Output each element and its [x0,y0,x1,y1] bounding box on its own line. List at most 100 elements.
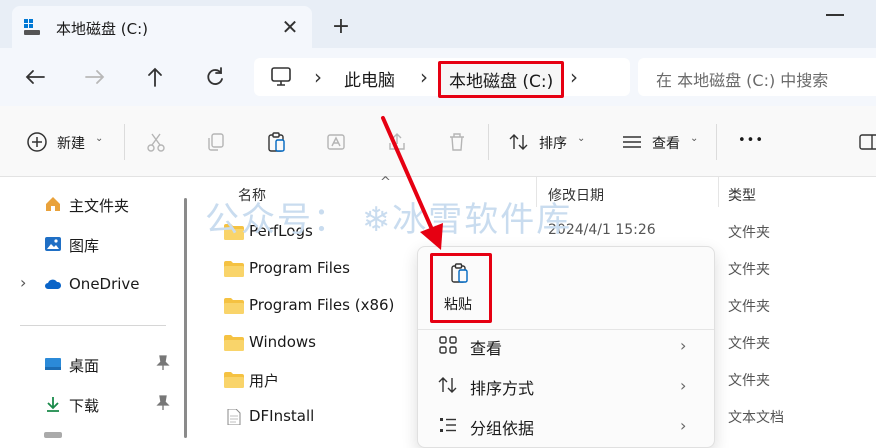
more-options-button[interactable]: ••• [738,133,764,148]
pin-icon[interactable] [156,395,170,411]
file-name: PerfLogs [249,222,313,240]
chevron-down-icon[interactable]: ⌄ [95,133,103,144]
context-menu-label: 查看 [470,339,503,358]
group-icon [440,418,456,432]
column-header-type[interactable]: 类型 [728,185,756,205]
sidebar-item-label: 图库 [69,237,100,255]
file-modified: 2024/4/1 15:26 [548,222,656,238]
file-name: Program Files (x86) [249,296,395,314]
tab-strip: 本地磁盘 (C:) ✕ + [0,0,876,48]
text-file-icon [227,409,241,425]
breadcrumb-chevron[interactable]: › [314,65,322,89]
new-plus-icon[interactable] [26,131,48,153]
sidebar-item-gallery[interactable]: 图库 [0,227,180,261]
rename-icon[interactable] [326,131,348,153]
sidebar-partial-icon [44,432,62,438]
refresh-icon[interactable] [200,62,230,92]
sort-button[interactable]: 排序 [539,133,567,153]
sidebar-scrollbar[interactable] [184,198,187,438]
cut-icon[interactable] [145,131,167,153]
back-arrow-icon[interactable] [20,62,50,92]
tab-title: 本地磁盘 (C:) [56,20,148,38]
toolbar-divider [716,124,717,160]
sidebar-item-label: 主文件夹 [69,197,130,215]
file-type: 文件夹 [728,373,770,389]
sort-ascending-icon[interactable]: ^ [380,175,391,190]
folder-icon [224,224,244,240]
navigation-pane: 主文件夹 图库 › OneDrive 桌面 下载 [0,177,196,438]
folder-icon [224,372,244,388]
column-divider[interactable] [718,177,719,207]
sidebar-item-label: 下载 [69,397,100,415]
drive-icon [24,19,40,35]
minimize-button[interactable] [826,14,844,16]
gallery-icon [45,237,61,251]
file-name: Windows [249,333,316,351]
forward-arrow-icon[interactable] [80,62,110,92]
file-type: 文件夹 [728,336,770,352]
home-icon [46,197,60,211]
tab-close-button[interactable]: ✕ [278,15,302,39]
share-icon[interactable] [386,131,408,153]
paste-menu-button[interactable]: 粘贴 [430,253,492,323]
context-menu: 粘贴 查看 › 排序方式 › 分组依据 › [417,246,715,448]
search-input[interactable]: 在 本地磁盘 (C:) 中搜索 [656,67,828,91]
new-button[interactable]: 新建 [57,133,85,153]
folder-icon [224,261,244,277]
delete-icon[interactable] [446,131,468,153]
new-tab-button[interactable]: + [330,16,352,38]
sidebar-item-desktop[interactable]: 桌面 [0,347,180,381]
sidebar-item-downloads[interactable]: 下载 [0,387,180,421]
breadcrumb[interactable]: › 此电脑 › 本地磁盘 (C:) › [254,58,630,98]
chevron-down-icon[interactable]: ⌄ [577,133,585,144]
column-header-modified[interactable]: 修改日期 [548,185,604,205]
column-header-name[interactable]: 名称 [238,185,266,205]
view-icon[interactable] [621,131,643,153]
chevron-down-icon[interactable]: ⌄ [690,133,698,144]
breadcrumb-chevron[interactable]: › [570,65,578,89]
up-arrow-icon[interactable] [140,62,170,92]
details-pane-icon[interactable] [858,131,876,153]
chevron-right-icon: › [680,336,687,355]
search-box[interactable]: 在 本地磁盘 (C:) 中搜索 [638,58,876,96]
sidebar-divider [20,325,166,326]
pin-icon[interactable] [156,355,170,371]
sidebar-item-label: OneDrive [69,275,140,293]
context-menu-label: 排序方式 [470,379,535,398]
expand-chevron-icon[interactable]: › [20,273,26,292]
file-type: 文件夹 [728,225,770,241]
computer-icon [271,67,291,86]
chevron-right-icon: › [680,416,687,435]
breadcrumb-local-disk-c[interactable]: 本地磁盘 (C:) [438,61,565,98]
context-menu-item-sort-by[interactable]: 排序方式 › [418,365,714,405]
sort-icon[interactable] [508,131,530,153]
tab-local-disk-c[interactable]: 本地磁盘 (C:) ✕ [12,6,312,48]
folder-icon [224,335,244,351]
toolbar-divider [124,124,125,160]
chevron-right-icon: › [680,376,687,395]
breadcrumb-this-pc[interactable]: 此电脑 [344,66,395,91]
grid-icon [439,336,457,354]
copy-icon[interactable] [205,131,227,153]
command-bar: 新建 ⌄ 排序 ⌄ 查看 ⌄ ••• [0,106,876,177]
context-menu-item-group-by[interactable]: 分组依据 › [418,405,714,445]
context-menu-item-view[interactable]: 查看 › [418,325,714,365]
sidebar-item-onedrive[interactable]: › OneDrive [0,267,180,301]
column-divider[interactable] [536,177,537,207]
file-type: 文件夹 [728,299,770,315]
context-menu-label: 分组依据 [470,419,535,438]
file-name: DFInstall [249,407,315,425]
view-button[interactable]: 查看 [652,133,680,153]
download-icon [47,397,59,412]
sort-icon [438,377,457,393]
paste-icon[interactable] [266,131,288,153]
desktop-icon [45,358,61,370]
breadcrumb-chevron[interactable]: › [420,65,428,89]
onedrive-icon [45,279,62,289]
toolbar-divider [488,124,489,160]
file-type: 文本文档 [728,410,784,426]
address-row: › 此电脑 › 本地磁盘 (C:) › 在 本地磁盘 (C:) 中搜索 [0,48,876,106]
sidebar-item-home[interactable]: 主文件夹 [0,187,180,221]
file-name: 用户 [249,372,280,390]
folder-icon [224,298,244,314]
